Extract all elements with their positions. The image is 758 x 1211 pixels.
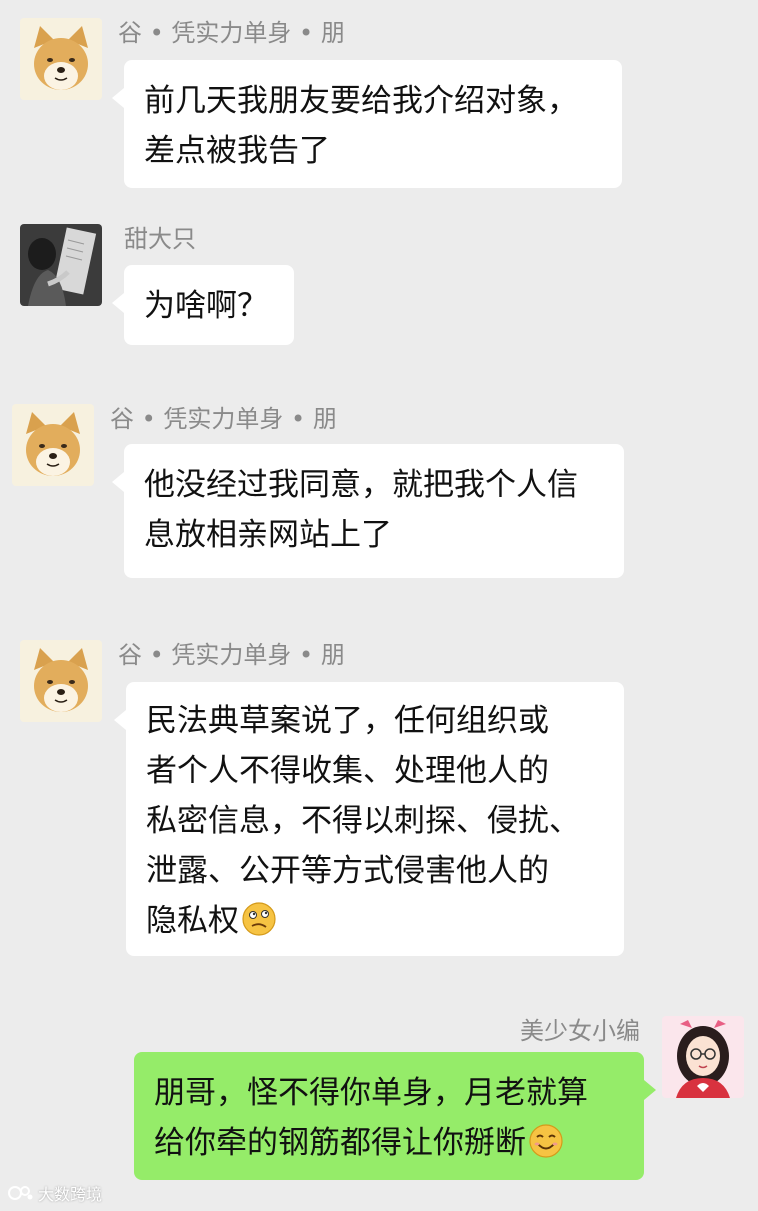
sender-name: 美少女小编 (520, 1017, 640, 1045)
message-text-line: 泄露、公开等方式侵害他人的 (146, 853, 549, 889)
smile-emoji-icon (529, 1124, 563, 1158)
message-bubble[interactable]: 朋哥，怪不得你单身，月老就算 给你牵的钢筋都得让你掰断 (134, 1052, 656, 1180)
message-text-line: 者个人不得收集、处理他人的 (146, 753, 549, 789)
sender-name: 甜大只 (124, 225, 196, 253)
message-text-line: 私密信息，不得以刺探、侵扰、 (146, 803, 580, 839)
watermark: 大数跨境 (8, 1181, 102, 1205)
watermark-text: 大数跨境 (38, 1185, 103, 1204)
message-bubble[interactable]: 民法典草案说了，任何组织或 者个人不得收集、处理他人的 私密信息，不得以刺探、侵… (114, 682, 624, 956)
message-text-line: 前几天我朋友要给我介绍对象， (144, 83, 578, 119)
shiba-dog-avatar-icon[interactable] (12, 404, 94, 486)
sender-name: 谷 • 凭实力单身 • 朋 (110, 405, 337, 433)
message-bubble[interactable]: 前几天我朋友要给我介绍对象， 差点被我告了 (112, 60, 622, 188)
shiba-dog-avatar-icon[interactable] (20, 640, 102, 722)
shiba-dog-avatar-icon[interactable] (20, 18, 102, 100)
sender-name: 谷 • 凭实力单身 • 朋 (118, 641, 345, 669)
message-text-line: 息放相亲网站上了 (144, 517, 392, 553)
message-text-line: 朋哥，怪不得你单身，月老就算 (154, 1075, 588, 1111)
confused-emoji-icon (242, 902, 276, 936)
message-text: 隐私权 (146, 903, 239, 939)
message-text-line: 民法典草案说了，任何组织或 (146, 703, 549, 739)
message-bubble[interactable]: 为啥啊？ (112, 265, 294, 345)
message-text-line-last: 隐私权 (146, 896, 604, 946)
watermark-logo-icon (8, 1186, 33, 1200)
message-text-line: 为啥啊？ (144, 288, 268, 324)
message-text-line: 他没经过我同意，就把我个人信 (144, 467, 578, 503)
girl-glasses-avatar-icon[interactable] (662, 1016, 744, 1098)
sender-name: 谷 • 凭实力单身 • 朋 (118, 19, 345, 47)
woman-reading-avatar-icon[interactable] (20, 224, 102, 306)
message-bubble[interactable]: 他没经过我同意，就把我个人信 息放相亲网站上了 (112, 444, 624, 578)
message-text-line: 差点被我告了 (144, 133, 330, 169)
message-text-line-last: 给你牵的钢筋都得让你掰断 (154, 1118, 624, 1168)
message-text: 给你牵的钢筋都得让你掰断 (154, 1125, 526, 1161)
